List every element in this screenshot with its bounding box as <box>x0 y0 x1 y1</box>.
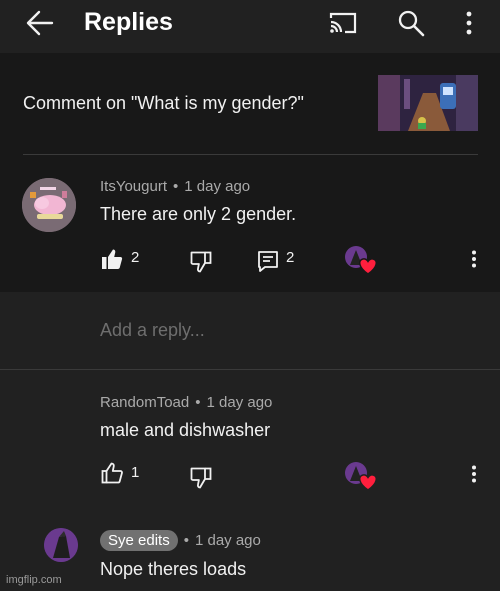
creator-heart-icon <box>345 462 378 491</box>
reply-count: 2 <box>286 249 295 266</box>
like-count: 1 <box>131 464 140 481</box>
dislike-icon[interactable] <box>190 251 212 273</box>
creator-heart-icon <box>345 246 378 275</box>
like-count: 2 <box>131 249 140 266</box>
search-icon[interactable] <box>397 9 425 37</box>
dislike-icon[interactable] <box>190 467 212 489</box>
meta-separator: • <box>195 394 201 411</box>
meta-separator: • <box>173 178 179 195</box>
author-name[interactable]: ItsYougurt <box>100 178 167 195</box>
divider <box>0 369 500 370</box>
more-vertical-icon[interactable] <box>461 10 477 36</box>
comment-text: There are only 2 gender. <box>100 204 297 224</box>
timestamp: 1 day ago <box>194 532 261 549</box>
author-name[interactable]: RandomToad <box>100 394 189 411</box>
divider <box>23 154 478 155</box>
timestamp: 1 day ago <box>184 178 251 195</box>
parent-comment-section: Comment on "What is my gender?" ItsYougu… <box>0 53 500 292</box>
app-bar: Replies <box>0 0 500 53</box>
cast-icon[interactable] <box>328 10 358 36</box>
avatar[interactable] <box>22 178 76 232</box>
meta-separator: • <box>183 532 189 549</box>
avatar[interactable] <box>44 528 78 562</box>
page-title: Replies <box>84 8 173 36</box>
reply-icon[interactable] <box>257 250 279 272</box>
comment-context[interactable]: Comment on "What is my gender?" <box>23 93 304 114</box>
video-thumbnail[interactable] <box>378 75 478 131</box>
add-reply-input[interactable]: Add a reply... <box>100 320 205 341</box>
like-icon[interactable] <box>101 462 123 484</box>
reply-meta: RandomToad • 1 day ago <box>100 394 272 411</box>
timestamp: 1 day ago <box>206 394 273 411</box>
reply-menu-icon[interactable] <box>470 465 478 483</box>
watermark: imgflip.com <box>6 574 62 586</box>
comment-menu-icon[interactable] <box>470 250 478 268</box>
creator-author-chip[interactable]: Sye edits <box>100 530 178 551</box>
reply-text: male and dishwasher <box>100 420 271 440</box>
reply-text: Nope theres loads <box>100 559 247 579</box>
reply-meta: Sye edits • 1 day ago <box>100 530 261 551</box>
comment-meta: ItsYougurt • 1 day ago <box>100 178 250 195</box>
back-arrow-icon[interactable] <box>24 9 56 37</box>
like-icon[interactable] <box>101 248 123 270</box>
